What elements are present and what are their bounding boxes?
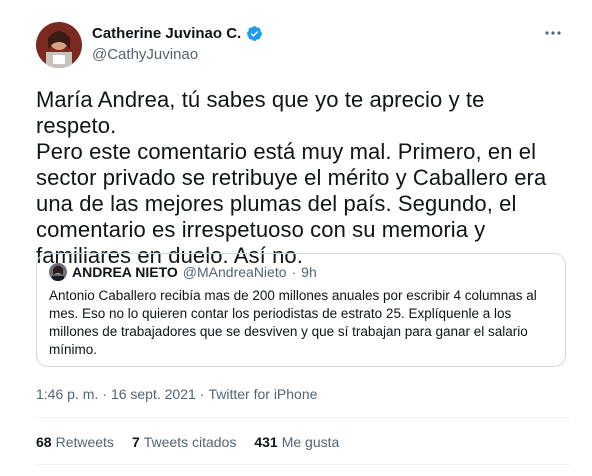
retweets-stat[interactable]: 68 Retweets bbox=[36, 434, 114, 450]
quoted-author-avatar bbox=[49, 263, 67, 281]
quote-tweets-count: 7 bbox=[131, 434, 140, 450]
quoted-time: 9h bbox=[301, 264, 317, 280]
likes-stat[interactable]: 431 Me gusta bbox=[254, 434, 339, 450]
divider bbox=[36, 464, 570, 465]
verified-badge-icon bbox=[247, 26, 263, 41]
tweet-meta: 1:46 p. m. · 16 sept. 2021 · Twitter for… bbox=[36, 386, 317, 402]
tweet-source[interactable]: Twitter for iPhone bbox=[208, 386, 317, 402]
quoted-author-name: ANDREA NIETO bbox=[72, 264, 178, 280]
author-avatar[interactable] bbox=[36, 22, 82, 68]
quote-tweets-label: Tweets citados bbox=[143, 434, 237, 450]
tweet: Catherine Juvinao C. @CathyJuvinao María… bbox=[0, 0, 592, 476]
author-handle[interactable]: @CathyJuvinao bbox=[92, 46, 198, 63]
quoted-tweet[interactable]: ANDREA NIETO @MAndreaNieto · 9h Antonio … bbox=[36, 253, 566, 367]
more-options-icon[interactable] bbox=[544, 24, 562, 47]
tweet-text: María Andrea, tú sabes que yo te aprecio… bbox=[36, 87, 547, 268]
tweet-time[interactable]: 1:46 p. m. bbox=[36, 386, 98, 402]
meta-separator: · bbox=[102, 386, 107, 402]
quoted-separator: · bbox=[291, 264, 297, 280]
likes-count: 431 bbox=[254, 434, 278, 450]
tweet-date[interactable]: 16 sept. 2021 bbox=[111, 386, 196, 402]
divider bbox=[36, 417, 570, 418]
tweet-stats: 68 Retweets 7 Tweets citados 431 Me gusta bbox=[36, 434, 339, 450]
author-name-row[interactable]: Catherine Juvinao C. bbox=[92, 25, 263, 42]
quoted-tweet-text: Antonio Caballero recibía mas de 200 mil… bbox=[49, 288, 537, 357]
quote-tweets-stat[interactable]: 7 Tweets citados bbox=[132, 434, 236, 450]
meta-separator: · bbox=[199, 386, 205, 402]
quoted-author-handle: @MAndreaNieto bbox=[182, 264, 287, 280]
retweets-label: Retweets bbox=[55, 434, 114, 450]
quoted-tweet-header: ANDREA NIETO @MAndreaNieto · 9h bbox=[49, 263, 317, 281]
likes-label: Me gusta bbox=[281, 434, 340, 450]
retweets-count: 68 bbox=[36, 434, 52, 450]
author-display-name[interactable]: Catherine Juvinao C. bbox=[92, 25, 241, 42]
